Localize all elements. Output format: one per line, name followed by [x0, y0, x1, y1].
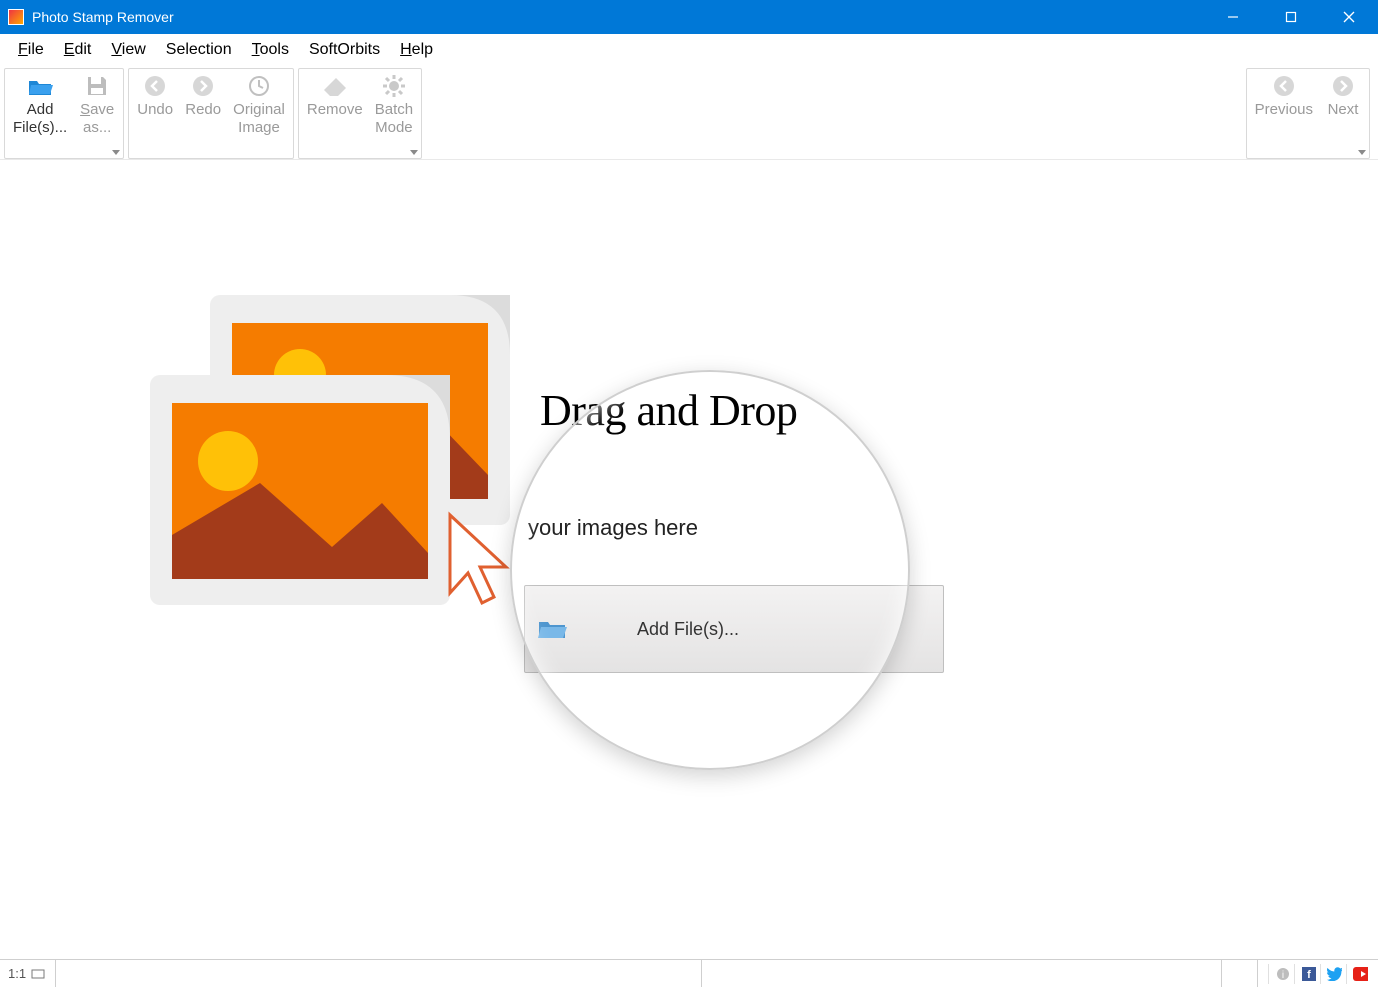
batch-mode-button[interactable]: Batch Mode — [369, 71, 419, 156]
toolbar-group-remove: Remove Batch Mode — [298, 68, 422, 159]
drop-title: Drag and Drop — [540, 385, 797, 436]
facebook-icon[interactable]: f — [1294, 964, 1316, 984]
twitter-icon[interactable] — [1320, 964, 1342, 984]
redo-button[interactable]: Redo — [179, 71, 227, 156]
chevron-down-icon[interactable] — [112, 150, 120, 155]
add-files-button[interactable]: Add File(s)... — [7, 71, 73, 156]
undo-button[interactable]: Undo — [131, 71, 179, 156]
toolbar: Add File(s)... Saveas... Undo Redo — [0, 66, 1378, 160]
menubar: File Edit View Selection Tools SoftOrbit… — [0, 34, 1378, 66]
menu-edit[interactable]: Edit — [54, 37, 102, 63]
menu-help[interactable]: Help — [390, 37, 443, 63]
folder-open-icon — [537, 617, 567, 641]
status-spacer-2 — [702, 960, 1222, 987]
menu-file[interactable]: File — [8, 37, 54, 63]
folder-open-icon — [26, 73, 54, 99]
menu-softorbits[interactable]: SoftOrbits — [299, 37, 390, 63]
gear-icon — [380, 73, 408, 99]
menu-view[interactable]: View — [101, 37, 155, 63]
add-files-large-button[interactable]: Add File(s)... — [524, 585, 944, 673]
redo-icon — [189, 73, 217, 99]
clock-icon — [245, 73, 273, 99]
menu-selection[interactable]: Selection — [156, 37, 242, 63]
status-spacer-3 — [1222, 960, 1258, 987]
svg-text:i: i — [1281, 970, 1283, 981]
add-files-large-label: Add File(s)... — [637, 619, 739, 640]
previous-button[interactable]: Previous — [1249, 71, 1319, 156]
maximize-button[interactable] — [1262, 0, 1320, 34]
toolbar-group-history: Undo Redo Original Image — [128, 68, 294, 159]
next-button[interactable]: Next — [1319, 71, 1367, 156]
statusbar: 1:1 i f — [0, 959, 1378, 987]
original-image-button[interactable]: Original Image — [227, 71, 291, 156]
previous-icon — [1270, 73, 1298, 99]
canvas-area[interactable]: Drag and Drop your images here Add File(… — [0, 160, 1378, 959]
titlebar: Photo Stamp Remover — [0, 0, 1378, 34]
chevron-down-icon[interactable] — [1358, 150, 1366, 155]
drop-subtitle: your images here — [528, 515, 698, 541]
app-icon — [8, 9, 24, 25]
minimize-button[interactable] — [1204, 0, 1262, 34]
menu-tools[interactable]: Tools — [242, 37, 299, 63]
save-as-button[interactable]: Saveas... — [73, 71, 121, 156]
save-icon — [83, 73, 111, 99]
drop-illustration — [150, 295, 530, 665]
status-spacer-1 — [56, 960, 702, 987]
toolbar-group-nav: Previous Next — [1246, 68, 1370, 159]
remove-button[interactable]: Remove — [301, 71, 369, 156]
close-button[interactable] — [1320, 0, 1378, 34]
youtube-icon[interactable] — [1346, 964, 1368, 984]
zoom-indicator[interactable]: 1:1 — [0, 960, 56, 987]
svg-text:f: f — [1307, 969, 1311, 981]
undo-icon — [141, 73, 169, 99]
eraser-icon — [321, 73, 349, 99]
app-title: Photo Stamp Remover — [32, 9, 174, 25]
next-icon — [1329, 73, 1357, 99]
toolbar-group-file: Add File(s)... Saveas... — [4, 68, 124, 159]
chevron-down-icon[interactable] — [410, 150, 418, 155]
info-icon[interactable]: i — [1268, 964, 1290, 984]
